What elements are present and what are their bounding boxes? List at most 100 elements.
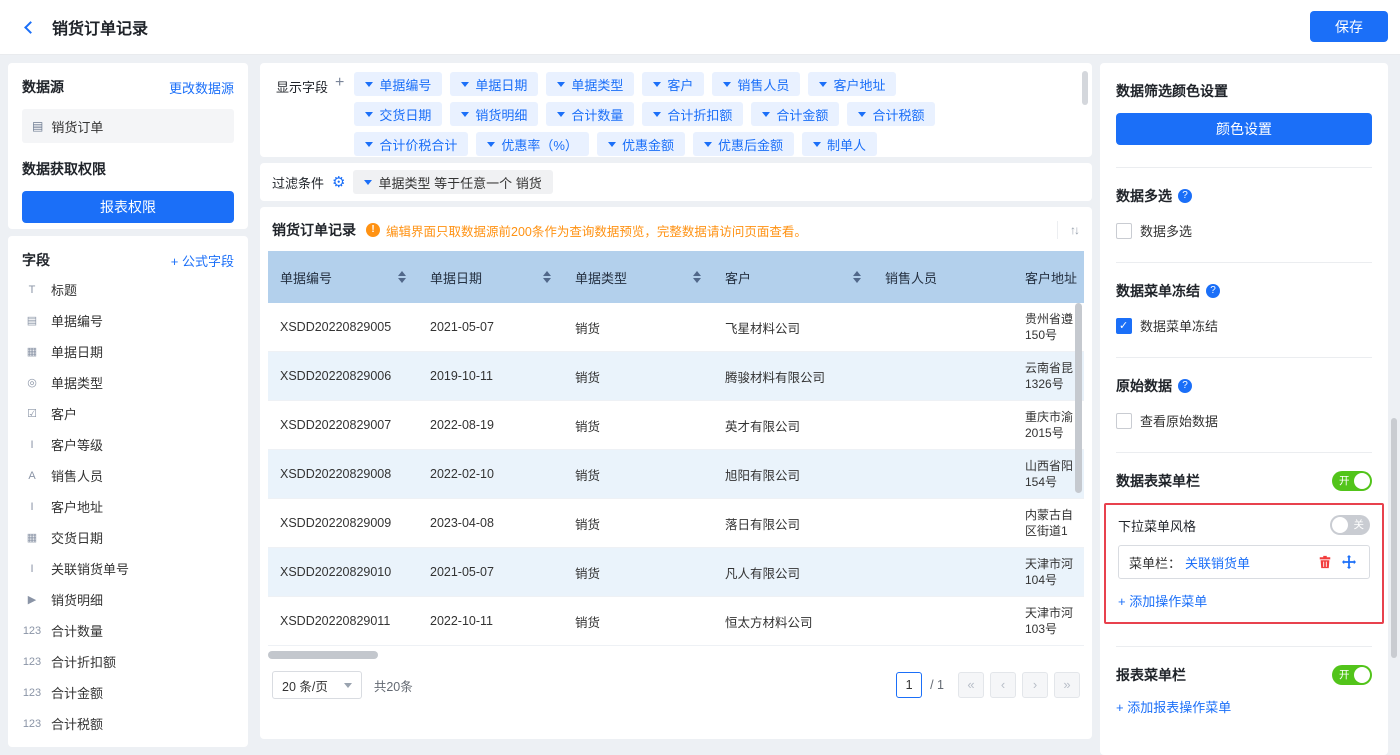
cell-doc-type: 销货 — [575, 468, 601, 483]
table-row[interactable]: XSDD20220829010 2021-05-07 销货 凡人有限公司 天津市… — [268, 548, 1084, 597]
add-display-field-button[interactable]: + — [335, 74, 344, 92]
display-field-chip[interactable]: 单据类型 — [546, 72, 635, 96]
chevron-down-icon — [364, 179, 373, 185]
table-row[interactable]: XSDD20220829008 2022-02-10 销货 旭阳有限公司 山西省… — [268, 450, 1084, 499]
add-action-menu-link[interactable]: + 添加操作菜单 — [1118, 591, 1370, 610]
display-field-chip[interactable]: 客户 — [642, 72, 705, 96]
field-list-item[interactable]: ◎ 单据类型 — [8, 367, 248, 398]
sort-order-icon[interactable]: ↑↓ — [1057, 221, 1092, 239]
help-icon[interactable]: ? — [1178, 189, 1192, 203]
field-list-item[interactable]: 123 合计折扣额 — [8, 646, 248, 677]
add-formula-field-link[interactable]: + 公式字段 — [171, 251, 234, 270]
help-icon[interactable]: ? — [1178, 379, 1192, 393]
sort-icon[interactable] — [535, 271, 551, 283]
chevron-down-icon — [819, 81, 828, 87]
table-row[interactable]: XSDD20220829011 2022-10-11 销货 恒太方材料公司 天津… — [268, 597, 1084, 646]
multi-select-checkbox-row[interactable]: 数据多选 — [1116, 221, 1372, 240]
field-list-item[interactable]: I 客户地址 — [8, 491, 248, 522]
window-scrollbar[interactable] — [1391, 418, 1397, 658]
table-row[interactable]: XSDD20220829005 2021-05-07 销货 飞星材料公司 贵州省… — [268, 303, 1084, 352]
checkbox-unchecked-icon[interactable] — [1116, 412, 1132, 429]
field-list-item[interactable]: ☑ 客户 — [8, 398, 248, 429]
chip-label: 客户 — [667, 77, 694, 93]
report-menu-toggle-on[interactable]: 开 — [1332, 665, 1372, 685]
display-field-chip[interactable]: 合计价税合计 — [354, 132, 469, 156]
sort-icon[interactable] — [685, 271, 701, 283]
move-icon[interactable] — [1339, 552, 1359, 572]
report-permission-button[interactable]: 报表权限 — [22, 191, 234, 223]
toggle-off-label: 关 — [1353, 518, 1365, 531]
delete-icon[interactable] — [1315, 552, 1335, 572]
display-field-chip[interactable]: 销售人员 — [712, 72, 801, 96]
help-icon[interactable]: ? — [1206, 284, 1220, 298]
field-list-item[interactable]: A 销售人员 — [8, 460, 248, 491]
menu-bar-value-link[interactable]: 关联销货单 — [1185, 553, 1311, 572]
display-field-chip[interactable]: 单据日期 — [450, 72, 539, 96]
field-list-item[interactable]: ▦ 交货日期 — [8, 522, 248, 553]
sort-icon[interactable] — [845, 271, 861, 283]
field-list-item[interactable]: I 客户等级 — [8, 429, 248, 460]
display-field-chip[interactable]: 优惠后金额 — [692, 132, 794, 156]
column-header[interactable]: 客户地址 — [1013, 251, 1084, 303]
display-field-chip[interactable]: 交货日期 — [354, 102, 443, 126]
column-header[interactable]: 销售人员 — [873, 251, 1013, 303]
chip-label: 优惠后金额 — [717, 137, 783, 153]
topbar: 销货订单记录 保存 — [0, 0, 1400, 55]
field-list-item[interactable]: ▦ 单据日期 — [8, 336, 248, 367]
last-page-button[interactable]: » — [1054, 672, 1080, 698]
checkbox-unchecked-icon[interactable] — [1116, 222, 1132, 239]
scrollbar-thumb[interactable] — [268, 651, 378, 659]
prev-page-button[interactable]: ‹ — [990, 672, 1016, 698]
display-field-chip[interactable]: 客户地址 — [808, 72, 897, 96]
display-field-chip[interactable]: 优惠金额 — [596, 132, 685, 156]
add-report-action-link[interactable]: + 添加报表操作菜单 — [1116, 697, 1372, 716]
table-vertical-scrollbar[interactable] — [1075, 303, 1082, 493]
field-list-item[interactable]: 123 合计金额 — [8, 677, 248, 708]
display-field-chip[interactable]: 合计税额 — [847, 102, 936, 126]
dropdown-style-toggle-off[interactable]: 关 — [1330, 515, 1370, 535]
field-list-item[interactable]: 123 合计税额 — [8, 708, 248, 739]
save-button[interactable]: 保存 — [1310, 11, 1388, 42]
current-page-input[interactable]: 1 — [896, 672, 923, 698]
panel-scrollbar[interactable] — [1082, 71, 1088, 105]
checkbox-checked-icon[interactable] — [1116, 317, 1132, 334]
menu-freeze-checkbox-row[interactable]: 数据菜单冻结 — [1116, 316, 1372, 335]
sort-icon[interactable] — [390, 271, 406, 283]
back-button[interactable] — [16, 13, 44, 41]
field-list-item[interactable]: ▶ 销货明细 — [8, 584, 248, 615]
menu-bar-item[interactable]: 菜单栏： 关联销货单 — [1118, 545, 1370, 579]
display-field-chip[interactable]: 合计数量 — [546, 102, 635, 126]
raw-data-checkbox-row[interactable]: 查看原始数据 — [1116, 411, 1372, 430]
gear-icon[interactable]: ⚙ — [332, 175, 345, 190]
first-page-button[interactable]: « — [958, 672, 984, 698]
field-list-item[interactable]: 123 合计数量 — [8, 615, 248, 646]
field-list-item[interactable]: T 标题 — [8, 274, 248, 305]
cell-doc-type: 销货 — [575, 615, 601, 630]
chevron-down-icon — [703, 141, 712, 147]
page-size-select[interactable]: 20 条/页 — [272, 671, 362, 699]
field-list-item[interactable]: I 关联销货单号 — [8, 553, 248, 584]
table-row[interactable]: XSDD20220829009 2023-04-08 销货 落日有限公司 内蒙古… — [268, 499, 1084, 548]
field-list-item[interactable]: ▤ 单据编号 — [8, 305, 248, 336]
display-field-chip[interactable]: 合计折扣额 — [642, 102, 744, 126]
filter-condition-chip[interactable]: 单据类型 等于任意一个 销货 — [353, 170, 553, 194]
display-field-chip[interactable]: 单据编号 — [354, 72, 443, 96]
next-page-button[interactable]: › — [1022, 672, 1048, 698]
table-row[interactable]: XSDD20220829007 2022-08-19 销货 英才有限公司 重庆市… — [268, 401, 1084, 450]
datasource-item[interactable]: ▤ 销货订单 — [22, 109, 234, 143]
chevron-down-icon — [365, 141, 374, 147]
display-field-chip[interactable]: 销货明细 — [450, 102, 539, 126]
column-header[interactable]: 单据编号 — [268, 251, 418, 303]
display-field-chip[interactable]: 优惠率（%） — [476, 132, 589, 156]
change-datasource-link[interactable]: 更改数据源 — [169, 78, 234, 97]
table-menu-toggle-on[interactable]: 开 — [1332, 471, 1372, 491]
display-field-chip[interactable]: 合计金额 — [751, 102, 840, 126]
column-header[interactable]: 客户 — [713, 251, 873, 303]
column-header[interactable]: 单据类型 — [563, 251, 713, 303]
field-type-icon: ▶ — [27, 594, 37, 606]
color-settings-button[interactable]: 颜色设置 — [1116, 113, 1372, 145]
table-row[interactable]: XSDD20220829006 2019-10-11 销货 腾骏材料有限公司 云… — [268, 352, 1084, 401]
field-type-icon: T — [28, 283, 36, 296]
display-field-chip[interactable]: 制单人 — [801, 132, 877, 156]
column-header[interactable]: 单据日期 — [418, 251, 563, 303]
